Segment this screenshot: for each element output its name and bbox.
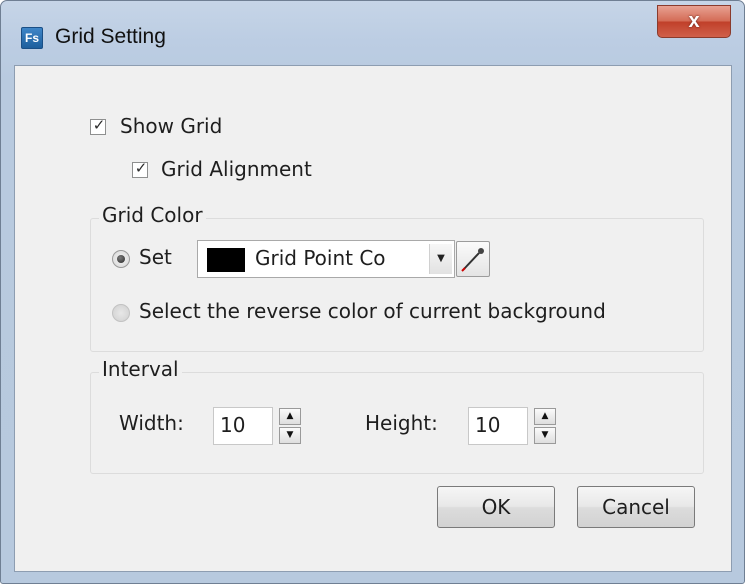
eyedropper-icon [461, 248, 484, 272]
height-input[interactable]: 10 [468, 407, 528, 445]
checkmark-icon: ✓ [134, 159, 148, 177]
app-icon: Fs [21, 27, 43, 49]
ok-button[interactable]: OK [437, 486, 555, 528]
interval-group-title: Interval [99, 357, 182, 381]
spin-down-icon[interactable]: ▼ [534, 427, 556, 444]
title-bar[interactable]: Fs Grid Setting x [1, 1, 744, 65]
checkmark-icon: ✓ [92, 116, 106, 134]
spin-down-icon[interactable]: ▼ [279, 427, 301, 444]
grid-color-combo-value: Grid Point Co [255, 246, 386, 270]
grid-alignment-checkbox[interactable]: ✓ [132, 159, 148, 178]
window-title: Grid Setting [55, 25, 166, 48]
grid-setting-dialog: Fs Grid Setting x ✓ Show Grid ✓ Grid Ali… [0, 0, 745, 584]
color-picker-button[interactable] [456, 241, 490, 277]
reverse-color-label: Select the reverse color of current back… [139, 299, 606, 323]
height-label: Height: [365, 411, 438, 435]
show-grid-checkbox[interactable]: ✓ [90, 116, 106, 135]
grid-alignment-label: Grid Alignment [161, 157, 312, 181]
height-spinner[interactable]: ▲ ▼ [534, 408, 556, 444]
show-grid-label: Show Grid [120, 114, 223, 138]
color-swatch [207, 248, 245, 272]
spin-up-icon[interactable]: ▲ [279, 408, 301, 425]
width-spinner[interactable]: ▲ ▼ [279, 408, 301, 444]
grid-color-group-title: Grid Color [99, 203, 206, 227]
chevron-down-icon[interactable]: ▼ [429, 244, 452, 274]
grid-color-group: Grid Color [90, 203, 704, 352]
dialog-body: ✓ Show Grid ✓ Grid Alignment Grid Color … [14, 65, 732, 572]
cancel-button[interactable]: Cancel [577, 486, 695, 528]
set-color-label: Set [139, 245, 172, 269]
spin-up-icon[interactable]: ▲ [534, 408, 556, 425]
set-color-radio[interactable] [112, 250, 130, 268]
close-icon: x [688, 10, 700, 32]
width-label: Width: [119, 411, 184, 435]
reverse-color-radio[interactable] [112, 304, 130, 322]
width-input[interactable]: 10 [213, 407, 273, 445]
grid-color-combo[interactable]: Grid Point Co ▼ [197, 240, 455, 278]
close-button[interactable]: x [657, 5, 731, 38]
